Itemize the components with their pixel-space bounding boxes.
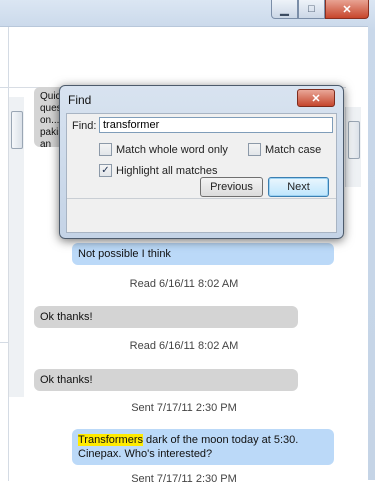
scrollbar-thumb[interactable] — [11, 111, 23, 149]
title-bar: ▁ □ ✕ — [0, 0, 375, 22]
divider — [67, 198, 336, 199]
match-whole-word-option[interactable]: Match whole word only — [99, 143, 228, 156]
message-bubble-received: Ok thanks! — [34, 306, 298, 328]
next-button[interactable]: Next — [268, 177, 329, 197]
divider — [0, 342, 8, 343]
find-dialog: Find ✕ Find: Match whole word only Match… — [59, 85, 344, 239]
dialog-title: Find — [68, 93, 92, 107]
checkbox[interactable] — [248, 143, 261, 156]
caption-buttons: ▁ □ ✕ — [271, 0, 369, 19]
checkbox-label: Match whole word only — [116, 143, 228, 156]
checkbox-label: Highlight all matches — [116, 164, 218, 177]
scrollbar[interactable] — [8, 97, 24, 397]
find-input[interactable] — [99, 117, 333, 133]
checkbox-label: Match case — [265, 143, 322, 156]
maximize-button[interactable]: □ — [298, 0, 325, 19]
highlight-all-option[interactable]: ✓ Highlight all matches — [99, 164, 218, 177]
scrollbar-thumb[interactable] — [348, 121, 360, 159]
minimize-button[interactable]: ▁ — [271, 0, 298, 19]
dialog-close-button[interactable]: ✕ — [297, 89, 335, 107]
match-case-option[interactable]: Match case — [248, 143, 321, 156]
message-bubble-sent: Transformers dark of the moon today at 5… — [72, 429, 334, 465]
previous-button[interactable]: Previous — [200, 177, 263, 197]
dialog-body: Find: Match whole word only Match case ✓… — [66, 113, 337, 233]
close-button[interactable]: ✕ — [325, 0, 369, 19]
message-bubble-received: Ok thanks! — [34, 369, 298, 391]
search-highlight: Transformers — [78, 434, 143, 446]
message-timestamp: Read 6/16/11 8:02 AM — [129, 340, 239, 352]
message-bubble-sent: Not possible I think — [72, 243, 334, 265]
find-label: Find: — [72, 120, 97, 132]
divider — [0, 87, 8, 88]
message-timestamp: Sent 7/17/11 2:30 PM — [131, 402, 237, 414]
app-window: ▁ □ ✕ Quick question... pakistan from? P… — [0, 0, 375, 485]
message-timestamp: Sent 7/17/11 2:30 PM — [131, 473, 237, 485]
message-timestamp: Read 6/16/11 8:02 AM — [129, 278, 239, 290]
scrollbar[interactable] — [345, 107, 361, 187]
checkbox[interactable] — [99, 143, 112, 156]
checkbox-checked[interactable]: ✓ — [99, 164, 112, 177]
